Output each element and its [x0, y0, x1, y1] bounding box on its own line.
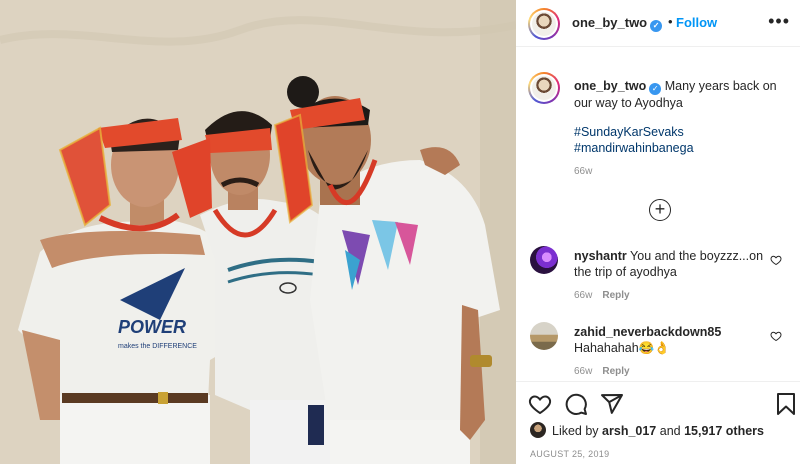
commenter-avatar[interactable]	[530, 322, 558, 350]
liker-username[interactable]: arsh_017	[602, 424, 656, 438]
likes-count[interactable]: 15,917 others	[684, 424, 764, 438]
plus-circle-icon[interactable]: +	[649, 199, 671, 221]
caption-author-avatar[interactable]	[528, 72, 560, 104]
post-photo[interactable]: POWER makes the DIFFERENCE	[0, 0, 516, 464]
commenter-avatar[interactable]	[530, 246, 558, 274]
caption-username[interactable]: one_by_two	[574, 79, 646, 93]
heart-icon[interactable]	[528, 392, 552, 416]
comment-like-heart-icon[interactable]	[770, 254, 782, 266]
shirt-text-left: POWER	[118, 317, 186, 337]
commenter-username[interactable]: nyshantr	[574, 249, 627, 263]
reply-button[interactable]: Reply	[602, 366, 629, 377]
verified-badge-icon: ✓	[650, 20, 663, 32]
bookmark-icon[interactable]	[774, 392, 798, 416]
commenter-username[interactable]: zahid_neverbackdown85	[574, 325, 721, 339]
post-header: one_by_two ✓ • Follow •••	[516, 0, 800, 47]
comments-section: one_by_two ✓ Many years back on our way t…	[516, 48, 800, 380]
post-date[interactable]: AUGUST 25, 2019	[530, 449, 609, 459]
likes-prefix: Liked by	[552, 424, 599, 438]
hashtag-link[interactable]: #SundayKarSevaks	[574, 124, 694, 140]
comment-meta: 66w Reply	[574, 366, 630, 377]
verified-badge-icon: ✓	[649, 83, 662, 95]
shirt-subtext-left: makes the DIFFERENCE	[118, 343, 197, 350]
likes-summary: Liked by arsh_017 and 15,917 others	[530, 422, 764, 438]
follow-button[interactable]: Follow	[676, 15, 717, 30]
share-icon[interactable]	[600, 392, 624, 416]
post-sidebar: one_by_two ✓ • Follow ••• one_by_two ✓ Man…	[516, 0, 800, 464]
reply-button[interactable]: Reply	[602, 290, 629, 301]
header-separator: •	[668, 14, 673, 29]
comment-text: nyshantr You and the boyzzz...on the tri…	[574, 248, 770, 280]
likes-connector: and	[659, 424, 681, 438]
more-options-icon[interactable]: •••	[768, 12, 790, 30]
caption: one_by_two ✓ Many years back on our way t…	[574, 78, 786, 111]
comment-body: Hahahahah😂👌	[574, 341, 670, 355]
author-username[interactable]: one_by_two ✓	[572, 15, 663, 32]
liker-avatar[interactable]	[530, 422, 546, 438]
comment-timestamp: 66w	[574, 366, 593, 377]
comment-timestamp: 66w	[574, 290, 593, 301]
comment-like-heart-icon[interactable]	[770, 330, 782, 342]
comment-meta: 66w Reply	[574, 290, 630, 301]
comment-icon[interactable]	[564, 392, 588, 416]
hashtag-link[interactable]: #mandirwahinbanega	[574, 140, 694, 156]
action-bar	[516, 381, 800, 427]
caption-timestamp: 66w	[574, 166, 593, 177]
post-image: POWER makes the DIFFERENCE	[0, 0, 516, 464]
caption-hashtags: #SundayKarSevaks #mandirwahinbanega	[574, 124, 694, 156]
author-avatar[interactable]	[528, 8, 560, 40]
comment-text: zahid_neverbackdown85 Hahahahah😂👌	[574, 324, 770, 356]
